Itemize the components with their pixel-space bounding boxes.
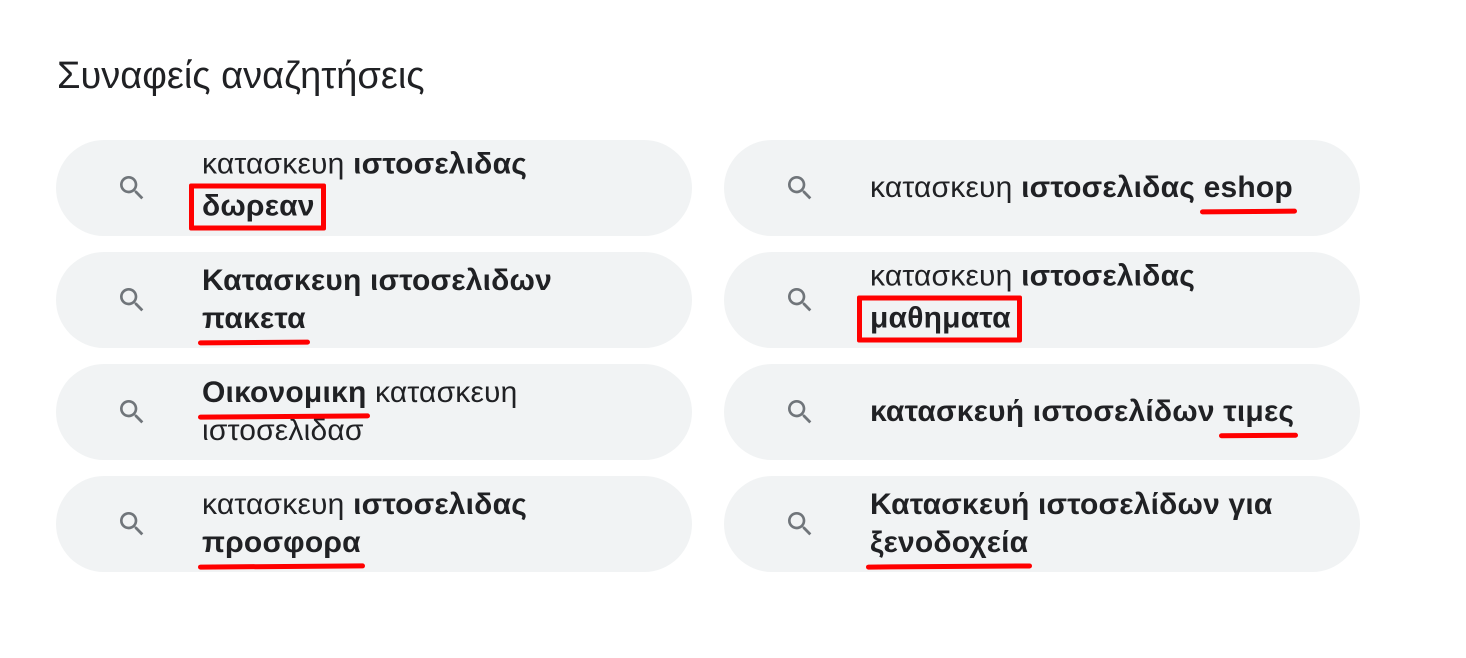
query-bold: κατασκευή ιστοσελίδων bbox=[870, 395, 1224, 428]
search-icon bbox=[120, 512, 144, 536]
search-icon bbox=[788, 512, 812, 536]
search-icon bbox=[120, 288, 144, 312]
query-bold: ιστοσελιδας bbox=[1021, 259, 1196, 293]
search-icon bbox=[788, 176, 812, 200]
query-bold-highlighted: μαθηματα bbox=[870, 301, 1011, 335]
query-bold: Κατασκευη ιστοσελιδων bbox=[202, 264, 552, 297]
related-search-text: Κατασκευή ιστοσελίδων για ξενοδοχεία bbox=[870, 486, 1340, 562]
query-plain: κατασκευη bbox=[202, 488, 354, 521]
related-searches-grid: κατασκευη ιστοσελιδας δωρεαν κατασκευη ι… bbox=[56, 140, 1360, 572]
query-bold-highlighted: πακετα bbox=[202, 300, 306, 338]
related-search-item[interactable]: κατασκευη ιστοσελιδας μαθηματα bbox=[724, 252, 1360, 348]
query-bold-highlighted: τιμες bbox=[1223, 393, 1294, 431]
search-icon bbox=[120, 176, 144, 200]
related-search-text: κατασκευη ιστοσελιδας μαθηματα bbox=[857, 258, 1340, 343]
query-plain: κατασκευη bbox=[870, 171, 1022, 204]
query-plain: κατασκευη bbox=[366, 376, 518, 409]
related-search-item[interactable]: Οικονομικη κατασκευη ιστοσελιδασ bbox=[56, 364, 692, 460]
related-search-item[interactable]: Κατασκευή ιστοσελίδων για ξενοδοχεία bbox=[724, 476, 1360, 572]
query-bold-highlighted: eshop bbox=[1204, 169, 1293, 207]
query-bold: ιστοσελιδας bbox=[353, 488, 528, 521]
related-search-item[interactable]: Κατασκευη ιστοσελιδων πακετα bbox=[56, 252, 692, 348]
query-bold-highlighted: ξενοδοχεία bbox=[870, 524, 1028, 562]
related-search-item[interactable]: κατασκευή ιστοσελίδων τιμες bbox=[724, 364, 1360, 460]
query-plain: κατασκευη bbox=[870, 259, 1022, 293]
related-search-item[interactable]: κατασκευη ιστοσελιδας δωρεαν bbox=[56, 140, 692, 236]
query-bold-highlighted: δωρεαν bbox=[202, 189, 315, 223]
query-bold: Κατασκευή ιστοσελίδων για bbox=[870, 488, 1273, 521]
highlight-box: δωρεαν bbox=[189, 183, 326, 231]
related-searches-title: Συναφείς αναζητήσεις bbox=[57, 55, 425, 97]
related-search-item[interactable]: κατασκευη ιστοσελιδας eshop bbox=[724, 140, 1360, 236]
query-plain: κατασκευη bbox=[202, 147, 354, 181]
query-bold: ιστοσελιδας bbox=[1021, 171, 1204, 204]
highlight-box: μαθηματα bbox=[857, 295, 1022, 343]
related-search-text: κατασκευή ιστοσελίδων τιμες bbox=[870, 393, 1340, 431]
query-bold: ιστοσελιδας bbox=[353, 147, 528, 181]
search-icon bbox=[788, 400, 812, 424]
search-icon bbox=[120, 400, 144, 424]
related-search-text: Κατασκευη ιστοσελιδων πακετα bbox=[202, 262, 672, 338]
related-search-item[interactable]: κατασκευη ιστοσελιδας προσφορα bbox=[56, 476, 692, 572]
related-search-text: κατασκευη ιστοσελιδας δωρεαν bbox=[189, 146, 672, 231]
related-search-text: κατασκευη ιστοσελιδας προσφορα bbox=[202, 486, 672, 562]
related-search-text: κατασκευη ιστοσελιδας eshop bbox=[870, 169, 1340, 207]
query-bold-highlighted: Οικονομικη bbox=[202, 374, 366, 412]
search-icon bbox=[788, 288, 812, 312]
query-bold-highlighted: προσφορα bbox=[202, 524, 361, 562]
related-search-text: Οικονομικη κατασκευη ιστοσελιδασ bbox=[202, 374, 672, 450]
